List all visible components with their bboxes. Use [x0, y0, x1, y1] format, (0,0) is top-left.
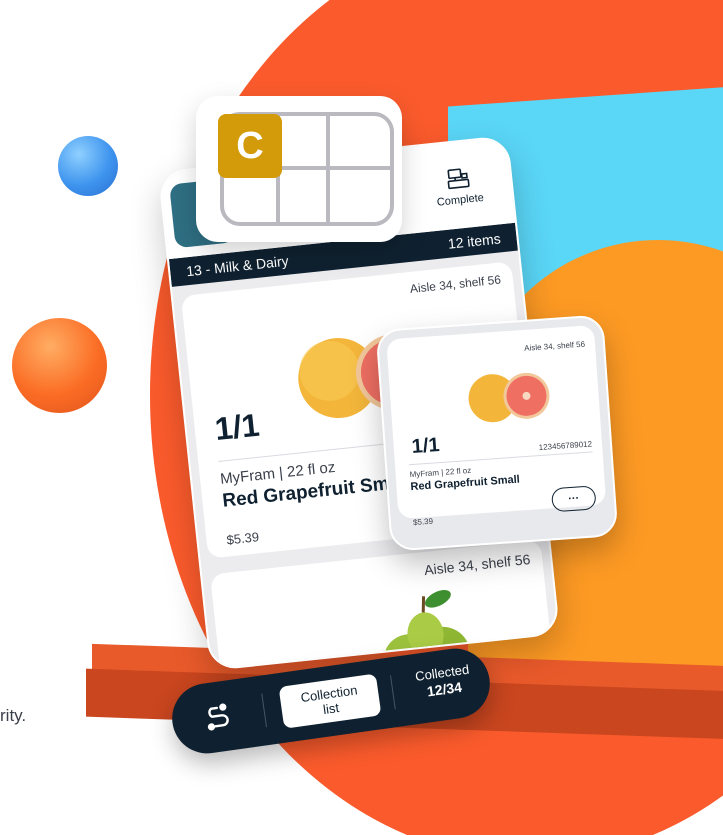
- complete-label: Complete: [436, 191, 485, 209]
- complete-button[interactable]: Complete: [416, 152, 502, 220]
- aisle-label: Aisle 34, shelf 56: [523, 339, 586, 353]
- locker-grid-card: C: [196, 96, 402, 242]
- quantity: 1/1: [213, 406, 262, 448]
- quantity: 1/1: [411, 434, 441, 458]
- locker-c-icon: C: [218, 114, 282, 178]
- price: $5.39: [225, 529, 260, 548]
- item-detail-inner: Aisle 34, shelf 56 1/1 123456789012 MyFr…: [386, 324, 607, 527]
- barcode-number: 123456789012: [538, 439, 593, 453]
- separator: [390, 675, 396, 710]
- collection-label-line2: list: [322, 700, 340, 718]
- grapefruit-image: [468, 372, 550, 423]
- collected-counter: Collected 12/34: [399, 658, 487, 703]
- cropped-text: rity.: [0, 706, 27, 725]
- aisle-label: Aisle 34, shelf 56: [409, 272, 502, 297]
- section-count: 12 items: [447, 230, 502, 252]
- register-icon: [447, 168, 470, 190]
- section-title: 13 - Milk & Dairy: [185, 252, 290, 280]
- hero-scene: rity. Complete 13 - Milk & Dairy 12 item…: [0, 0, 723, 835]
- more-options-button[interactable]: ···: [550, 485, 597, 513]
- separator: [261, 693, 268, 728]
- blue-sphere: [58, 136, 118, 196]
- item-detail-card[interactable]: Aisle 34, shelf 56 1/1 123456789012 MyFr…: [375, 314, 619, 552]
- price: $5.39: [412, 516, 434, 528]
- orange-sphere: [12, 318, 107, 413]
- aisle-label: Aisle 34, shelf 56: [423, 550, 532, 579]
- route-icon[interactable]: [200, 700, 234, 734]
- collection-list-button[interactable]: Collection list: [278, 673, 382, 729]
